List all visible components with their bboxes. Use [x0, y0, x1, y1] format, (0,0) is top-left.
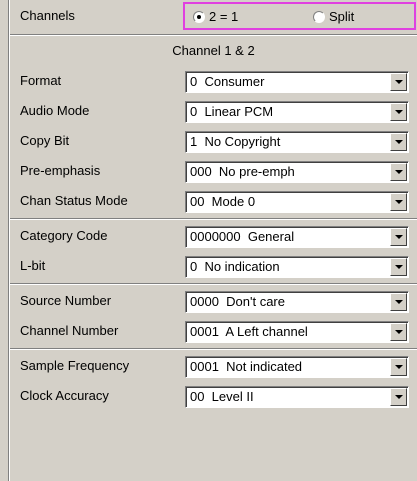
source-number-value: 0000 Don't care: [190, 294, 285, 309]
channel-number-select[interactable]: 0001 A Left channel: [185, 321, 409, 343]
sample-frequency-row: Sample Frequency 0001 Not indicated: [10, 351, 415, 381]
chan-status-mode-select[interactable]: 00 Mode 0: [185, 191, 409, 213]
channels-radio-group: 2 = 1 Split: [183, 2, 416, 30]
pre-emphasis-select[interactable]: 000 No pre-emph: [185, 161, 409, 183]
clock-accuracy-value: 00 Level II: [190, 389, 254, 404]
separator: [10, 348, 417, 350]
separator: [10, 218, 417, 220]
source-number-row: Source Number 0000 Don't care: [10, 286, 415, 316]
chevron-down-icon: [394, 235, 403, 239]
separator: [10, 283, 417, 285]
audio-mode-label: Audio Mode: [20, 103, 90, 118]
chevron-down-icon: [394, 395, 403, 399]
audio-mode-value: 0 Linear PCM: [190, 104, 274, 119]
l-bit-label: L-bit: [20, 258, 46, 273]
sample-frequency-label: Sample Frequency: [20, 358, 130, 373]
channel-number-value: 0001 A Left channel: [190, 324, 308, 339]
audio-mode-select[interactable]: 0 Linear PCM: [185, 101, 409, 123]
l-bit-row: L-bit 0 No indication: [10, 251, 415, 281]
channel-number-dropdown-button[interactable]: [390, 323, 407, 341]
pre-emphasis-row: Pre-emphasis 000 No pre-emph: [10, 156, 415, 186]
l-bit-dropdown-button[interactable]: [390, 258, 407, 276]
radio-selected-icon: [193, 10, 205, 23]
category-code-value: 0000000 General: [190, 229, 295, 244]
clock-accuracy-dropdown-button[interactable]: [390, 388, 407, 406]
chan-status-mode-row: Chan Status Mode 00 Mode 0: [10, 186, 415, 216]
clock-accuracy-label: Clock Accuracy: [20, 388, 109, 403]
channel-number-row: Channel Number 0001 A Left channel: [10, 316, 415, 346]
format-label: Format: [20, 73, 62, 88]
category-code-dropdown-button[interactable]: [390, 228, 407, 246]
section-title: Channel 1 & 2: [172, 43, 255, 58]
audio-mode-dropdown-button[interactable]: [390, 103, 407, 121]
copy-bit-row: Copy Bit 1 No Copyright: [10, 126, 415, 156]
chevron-down-icon: [394, 110, 403, 114]
copy-bit-label: Copy Bit: [20, 133, 70, 148]
channel-number-label: Channel Number: [20, 323, 119, 338]
source-number-label: Source Number: [20, 293, 112, 308]
clock-accuracy-select[interactable]: 00 Level II: [185, 386, 409, 408]
chan-status-mode-label: Chan Status Mode: [20, 193, 128, 208]
audio-mode-row: Audio Mode 0 Linear PCM: [10, 96, 415, 126]
channels-row: Channels 2 = 1 Split: [10, 0, 417, 34]
sample-frequency-select[interactable]: 0001 Not indicated: [185, 356, 409, 378]
chevron-down-icon: [394, 80, 403, 84]
copy-bit-dropdown-button[interactable]: [390, 133, 407, 151]
copy-bit-select[interactable]: 1 No Copyright: [185, 131, 409, 153]
channels-radio-2eq1-label: 2 = 1: [209, 9, 239, 24]
category-code-select[interactable]: 0000000 General: [185, 226, 409, 248]
clock-accuracy-row: Clock Accuracy 00 Level II: [10, 381, 415, 411]
chevron-down-icon: [394, 265, 403, 269]
chevron-down-icon: [394, 200, 403, 204]
channels-radio-split-label: Split: [329, 9, 355, 24]
chevron-down-icon: [394, 330, 403, 334]
pre-emphasis-value: 000 No pre-emph: [190, 164, 295, 179]
channels-radio-split[interactable]: Split: [313, 9, 354, 24]
format-dropdown-button[interactable]: [390, 73, 407, 91]
format-select[interactable]: 0 Consumer: [185, 71, 409, 93]
format-value: 0 Consumer: [190, 74, 265, 89]
chevron-down-icon: [394, 365, 403, 369]
channels-label: Channels: [20, 8, 75, 23]
chan-status-mode-dropdown-button[interactable]: [390, 193, 407, 211]
chan-status-mode-value: 00 Mode 0: [190, 194, 256, 209]
sample-frequency-dropdown-button[interactable]: [390, 358, 407, 376]
sample-frequency-value: 0001 Not indicated: [190, 359, 303, 374]
chevron-down-icon: [394, 300, 403, 304]
source-number-select[interactable]: 0000 Don't care: [185, 291, 409, 313]
l-bit-value: 0 No indication: [190, 259, 280, 274]
l-bit-select[interactable]: 0 No indication: [185, 256, 409, 278]
format-row: Format 0 Consumer: [10, 66, 415, 96]
category-code-row: Category Code 0000000 General: [10, 221, 415, 251]
source-number-dropdown-button[interactable]: [390, 293, 407, 311]
digital-output-settings-panel: Channels 2 = 1 Split Channel 1 & 2 Forma…: [0, 0, 417, 481]
chevron-down-icon: [394, 140, 403, 144]
radio-unselected-icon: [313, 10, 325, 23]
chevron-down-icon: [394, 170, 403, 174]
pre-emphasis-dropdown-button[interactable]: [390, 163, 407, 181]
channels-radio-2eq1[interactable]: 2 = 1: [193, 9, 238, 24]
copy-bit-value: 1 No Copyright: [190, 134, 281, 149]
pre-emphasis-label: Pre-emphasis: [20, 163, 101, 178]
category-code-label: Category Code: [20, 228, 108, 243]
